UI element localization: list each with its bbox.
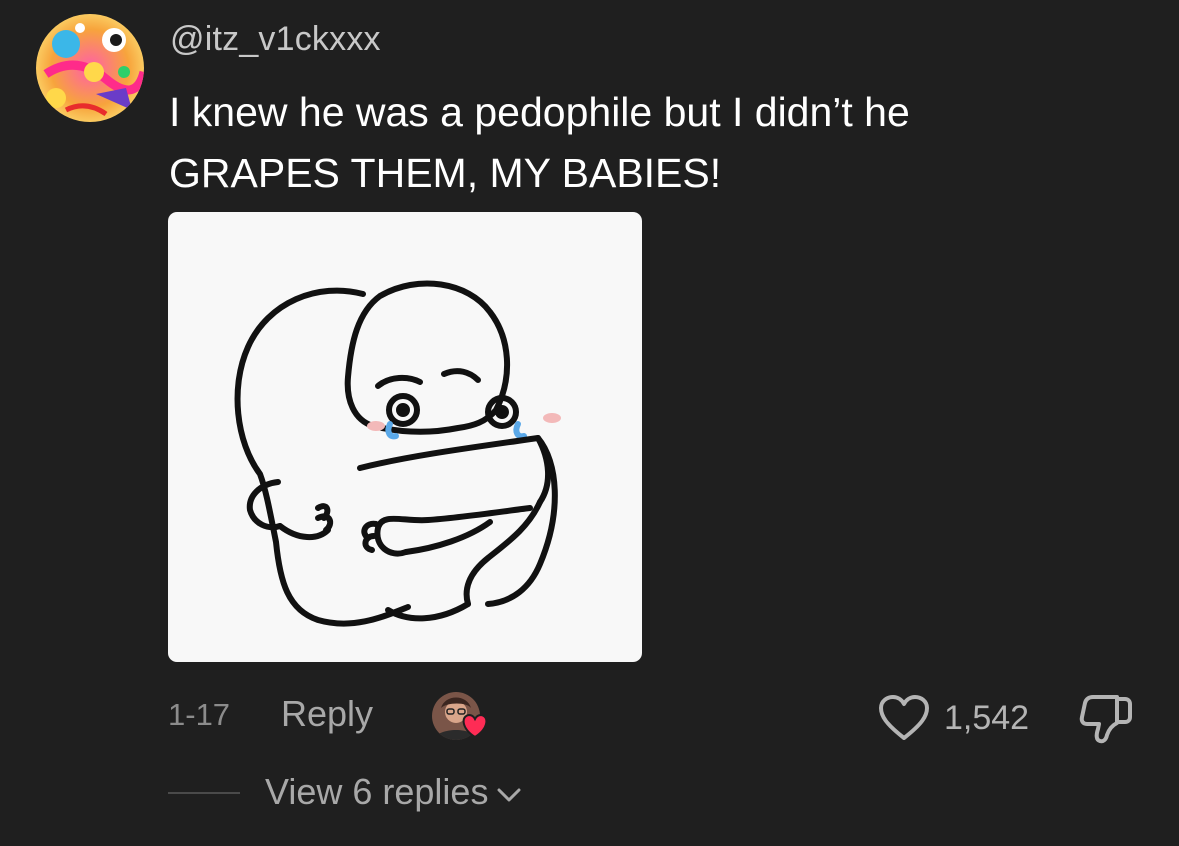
comment-sticker[interactable] <box>168 212 642 662</box>
dislike-button[interactable] <box>1077 691 1135 745</box>
comment-text-line: GRAPES THEM, MY BABIES! <box>169 150 722 196</box>
heart-outline-icon <box>879 695 929 740</box>
comment-text: I knew he was a pedophile but I didn’t h… <box>169 82 1129 204</box>
comment-username[interactable]: @itz_v1ckxxx <box>170 20 381 59</box>
replies-divider <box>168 792 240 794</box>
comment-date: 1-17 <box>168 697 231 732</box>
avatar[interactable] <box>36 14 144 122</box>
creator-liked-badge <box>431 690 491 742</box>
comment-text-line: I knew he was a pedophile but I didn’t h… <box>169 89 910 135</box>
like-count: 1,542 <box>944 698 1030 737</box>
view-replies-button[interactable]: View 6 replies <box>265 771 522 813</box>
colorful-avatar-icon <box>36 14 144 122</box>
thumbs-down-icon <box>1079 695 1132 744</box>
creator-liked-heart-icon <box>432 692 488 740</box>
like-button[interactable]: 1,542 <box>878 692 1029 744</box>
view-replies-label: View 6 replies <box>265 771 489 812</box>
crying-hug-sticker-icon <box>234 280 561 627</box>
reply-button[interactable]: Reply <box>281 693 373 735</box>
chevron-down-icon <box>497 788 521 802</box>
